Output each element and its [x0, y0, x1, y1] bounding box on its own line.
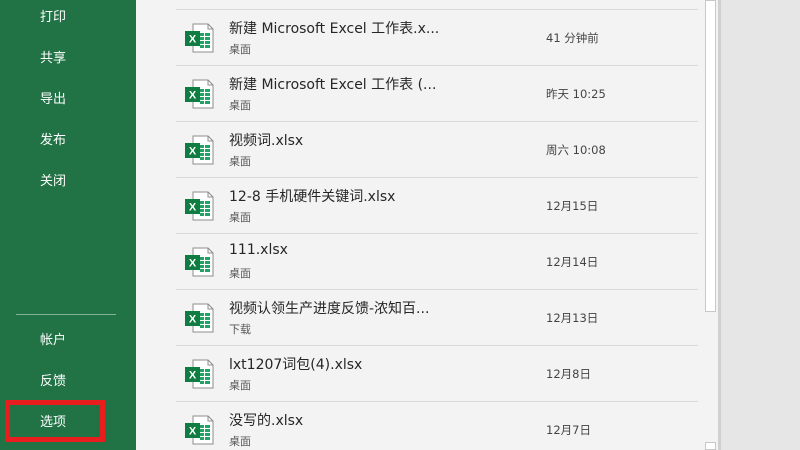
sidebar-item-feedback[interactable]: 反馈	[0, 364, 136, 400]
sidebar-item-account[interactable]: 帐户	[0, 323, 136, 359]
recent-file-row[interactable]: X 新建 Microsoft Excel 工作表.x... 桌面 41 分钟前	[176, 9, 698, 65]
svg-text:X: X	[189, 426, 197, 438]
sidebar-divider	[16, 314, 116, 315]
file-location: 桌面	[229, 267, 251, 280]
file-modified-time: 41 分钟前	[546, 31, 599, 45]
file-name: 没写的.xlsx	[229, 413, 304, 429]
svg-text:X: X	[189, 314, 197, 326]
excel-file-icon: X	[184, 135, 214, 165]
vertical-scrollbar[interactable]	[704, 0, 718, 450]
file-modified-time: 12月7日	[546, 423, 591, 437]
file-modified-time: 12月15日	[546, 199, 599, 213]
excel-file-icon: X	[184, 415, 214, 445]
scrollbar-down-arrow[interactable]	[705, 442, 716, 450]
recent-file-row[interactable]: Xlxt1207词包(4).xlsx 桌面 12月8日	[176, 345, 698, 401]
file-location: 桌面	[229, 99, 251, 112]
excel-file-icon: X	[184, 303, 214, 333]
right-background-panel	[721, 0, 800, 450]
file-modified-time: 12月8日	[546, 367, 591, 381]
backstage-sidebar: 打印 共享 导出 发布 关闭 帐户 反馈 选项	[0, 0, 136, 450]
recent-file-row[interactable]: X 新建 Microsoft Excel 工作表 (... 桌面 昨天 10:25	[176, 65, 698, 121]
svg-text:X: X	[189, 258, 197, 270]
file-location: 桌面	[229, 379, 251, 392]
excel-file-icon: X	[184, 23, 214, 53]
options-highlight-box	[5, 400, 105, 442]
excel-file-icon: X	[184, 359, 214, 389]
file-location: 桌面	[229, 43, 251, 56]
recent-files-panel: X 新建 Microsoft Excel 工作表.x... 桌面 41 分钟前 X 新建 …	[136, 0, 720, 450]
file-name: lxt1207词包(4).xlsx	[229, 357, 363, 373]
recent-file-row[interactable]: X 111.xlsx 桌面 12月14日	[176, 233, 698, 289]
svg-text:X: X	[189, 370, 197, 382]
file-name: 新建 Microsoft Excel 工作表 (...	[229, 77, 437, 93]
sidebar-item-export[interactable]: 导出	[0, 82, 136, 118]
file-name: 12-8 手机硬件关键词.xlsx	[229, 189, 396, 205]
recent-file-row[interactable]: X 12-8 手机硬件关键词.xlsx 桌面 12月15日	[176, 177, 698, 233]
svg-text:X: X	[189, 146, 197, 158]
file-modified-time: 昨天 10:25	[546, 87, 606, 101]
file-modified-time: 12月13日	[546, 311, 599, 325]
file-name: 新建 Microsoft Excel 工作表.x...	[229, 21, 440, 37]
file-name: 视频认领生产进度反馈-浓知百...	[229, 301, 430, 317]
file-location: 下载	[229, 323, 251, 336]
excel-file-icon: X	[184, 247, 214, 277]
sidebar-item-publish[interactable]: 发布	[0, 123, 136, 159]
file-name: 111.xlsx	[229, 242, 288, 258]
file-location: 桌面	[229, 211, 251, 224]
recent-file-row[interactable]: X 视频认领生产进度反馈-浓知百... 下载 12月13日	[176, 289, 698, 345]
scrollbar-thumb[interactable]	[705, 0, 716, 312]
excel-file-icon: X	[184, 79, 214, 109]
recent-file-row[interactable]: X 视频词.xlsx 桌面 周六 10:08	[176, 121, 698, 177]
svg-text:X: X	[189, 202, 197, 214]
file-modified-time: 12月14日	[546, 255, 599, 269]
recent-file-row[interactable]: X 没写的.xlsx 桌面 12月7日	[176, 401, 698, 450]
excel-file-icon: X	[184, 191, 214, 221]
file-modified-time: 周六 10:08	[546, 143, 606, 157]
file-location: 桌面	[229, 155, 251, 168]
file-name: 视频词.xlsx	[229, 133, 304, 149]
svg-text:X: X	[189, 90, 197, 102]
sidebar-item-share[interactable]: 共享	[0, 41, 136, 77]
excel-backstage-view: 打印 共享 导出 发布 关闭 帐户 反馈 选项 X 新建 Microsoft Ex…	[0, 0, 800, 450]
sidebar-item-print[interactable]: 打印	[0, 0, 136, 36]
file-location: 桌面	[229, 435, 251, 448]
svg-text:X: X	[189, 34, 197, 46]
sidebar-item-close[interactable]: 关闭	[0, 164, 136, 200]
